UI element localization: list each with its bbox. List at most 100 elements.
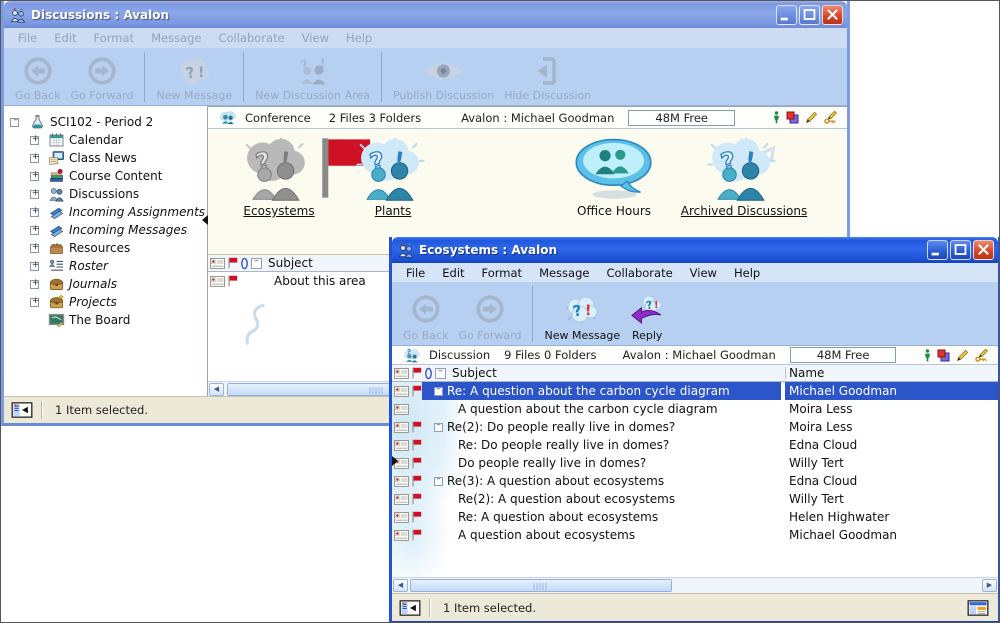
message-row[interactable]: Re: A question about ecosystems Helen Hi… bbox=[392, 508, 998, 526]
tree-expand-box[interactable] bbox=[30, 280, 39, 289]
titlebar[interactable]: Discussions : Avalon bbox=[4, 1, 847, 28]
window-title: Discussions : Avalon bbox=[31, 8, 776, 22]
minimize-button[interactable] bbox=[776, 5, 797, 25]
collapse-all-box[interactable] bbox=[251, 258, 262, 269]
new-message-icon: ?! bbox=[176, 55, 212, 87]
message-subject: Do people really live in domes? bbox=[458, 456, 646, 470]
menu-item[interactable]: Collaborate bbox=[210, 29, 292, 47]
go-forward-button[interactable]: Go Forward bbox=[453, 284, 526, 344]
tree-item[interactable]: Resources bbox=[4, 239, 207, 257]
new-message-button[interactable]: ?! New Message bbox=[539, 284, 625, 344]
tree-item[interactable]: SCI102 - Period 2 bbox=[4, 113, 207, 131]
menu-item[interactable]: Help bbox=[338, 29, 380, 47]
pane-splitter-arrow[interactable] bbox=[202, 215, 208, 225]
go-back-icon bbox=[411, 291, 441, 327]
menu-item[interactable]: View bbox=[294, 29, 337, 47]
message-row[interactable]: Re(2): Do people really live in domes? M… bbox=[392, 418, 998, 436]
horizontal-scrollbar[interactable]: ◀ ▶ bbox=[392, 577, 998, 593]
flag-icon bbox=[411, 529, 422, 541]
go-forward-button[interactable]: Go Forward bbox=[65, 50, 138, 104]
menu-item[interactable]: File bbox=[398, 264, 433, 282]
scroll-thumb[interactable] bbox=[410, 579, 672, 592]
message-row[interactable]: Re(3): A question about ecosystems Edna … bbox=[392, 472, 998, 490]
new-discussion-area-button[interactable]: ?! New Discussion Area bbox=[250, 50, 375, 104]
tree-item[interactable]: Discussions bbox=[4, 185, 207, 203]
conference-type-icon bbox=[218, 109, 237, 126]
message-row[interactable]: Do people really live in domes? Willy Te… bbox=[392, 454, 998, 472]
discussion-counts: 9 Files 0 Folders bbox=[504, 348, 596, 362]
scroll-track[interactable] bbox=[408, 579, 982, 592]
tree-item[interactable]: Projects bbox=[4, 293, 207, 311]
maximize-button[interactable] bbox=[950, 240, 971, 260]
tree-item[interactable]: The Board bbox=[4, 311, 207, 329]
minimize-button[interactable] bbox=[927, 240, 948, 260]
publish-discussion-button[interactable]: Publish Discussion bbox=[388, 50, 499, 104]
tree-expand-box[interactable] bbox=[30, 136, 39, 145]
svg-text:!: ! bbox=[585, 303, 591, 319]
menu-item[interactable]: Help bbox=[726, 264, 768, 282]
message-row[interactable]: Re(2): A question about ecosystems Willy… bbox=[392, 490, 998, 508]
conference-icon-item[interactable]: ?! Ecosystems bbox=[226, 137, 332, 218]
menu-item[interactable]: Edit bbox=[434, 264, 472, 282]
tree-item[interactable]: Incoming Assignments bbox=[4, 203, 207, 221]
tree-expand-box[interactable] bbox=[30, 172, 39, 181]
tree-item-icon bbox=[48, 294, 65, 310]
tree-expand-box[interactable] bbox=[30, 262, 39, 271]
message-author: Michael Goodman bbox=[785, 526, 998, 544]
tree-expand-box[interactable] bbox=[30, 190, 39, 199]
tree-expand-box[interactable] bbox=[30, 154, 39, 163]
tree-item[interactable]: Class News bbox=[4, 149, 207, 167]
collapse-all-box[interactable] bbox=[435, 368, 446, 379]
tree-item-icon bbox=[48, 276, 65, 292]
go-back-button[interactable]: Go Back bbox=[398, 284, 453, 344]
panel-toggle-icon[interactable] bbox=[11, 402, 33, 418]
close-button[interactable] bbox=[822, 5, 843, 25]
tree-expand-box[interactable] bbox=[30, 208, 39, 217]
message-row[interactable]: A question about ecosystems Michael Good… bbox=[392, 526, 998, 544]
conference-icon-item[interactable]: Office Hours bbox=[550, 137, 678, 218]
scroll-left-arrow[interactable]: ◀ bbox=[393, 579, 408, 592]
titlebar[interactable]: Ecosystems : Avalon bbox=[392, 237, 998, 263]
tree-item[interactable]: Calendar bbox=[4, 131, 207, 149]
message-row[interactable]: A question about the carbon cycle diagra… bbox=[392, 400, 998, 418]
menu-item[interactable]: Message bbox=[143, 29, 209, 47]
tree-item[interactable]: Incoming Messages bbox=[4, 221, 207, 239]
conference-icon-item[interactable]: ?! Plants bbox=[342, 137, 444, 218]
message-row[interactable]: Re: A question about the carbon cycle di… bbox=[392, 382, 998, 400]
tree-item-icon bbox=[48, 150, 65, 166]
panel-toggle-icon[interactable] bbox=[399, 600, 421, 616]
tree-item[interactable]: Course Content bbox=[4, 167, 207, 185]
tree-expand-box[interactable] bbox=[30, 298, 39, 307]
collapse-thread-box[interactable] bbox=[434, 477, 443, 486]
tree-expand-box[interactable] bbox=[10, 118, 19, 127]
new-message-button[interactable]: ?! New Message bbox=[151, 50, 237, 104]
menu-item[interactable]: Collaborate bbox=[598, 264, 680, 282]
tree-item[interactable]: Journals bbox=[4, 275, 207, 293]
tree-item[interactable]: Roster bbox=[4, 257, 207, 275]
scroll-left-arrow[interactable]: ◀ bbox=[209, 383, 224, 396]
hide-discussion-button[interactable]: Hide Discussion bbox=[499, 50, 596, 104]
menu-item[interactable]: Format bbox=[86, 29, 143, 47]
reply-button[interactable]: ?! Reply bbox=[625, 284, 669, 344]
envelope-icon bbox=[394, 530, 409, 541]
pane-splitter-arrow[interactable] bbox=[392, 456, 398, 466]
collapse-thread-box[interactable] bbox=[434, 387, 443, 396]
message-list-header[interactable]: Subject Name bbox=[392, 365, 998, 382]
conference-icon-item[interactable]: ?! Archived Discussions bbox=[663, 137, 825, 218]
menu-item[interactable]: View bbox=[682, 264, 725, 282]
menu-item[interactable]: Message bbox=[531, 264, 597, 282]
tree-expand-box[interactable] bbox=[30, 226, 39, 235]
collapse-thread-box[interactable] bbox=[434, 423, 443, 432]
menu-item[interactable]: Format bbox=[474, 264, 531, 282]
menu-item[interactable]: Edit bbox=[46, 29, 84, 47]
message-row[interactable]: Re: Do people really live in domes? Edna… bbox=[392, 436, 998, 454]
view-grid-icon[interactable] bbox=[967, 600, 989, 616]
discussion-info-bar: ? Discussion 9 Files 0 Folders Avalon : … bbox=[392, 346, 998, 365]
go-back-button[interactable]: Go Back bbox=[10, 50, 65, 104]
menu-item[interactable]: File bbox=[10, 29, 45, 47]
close-button[interactable] bbox=[973, 240, 994, 260]
message-author: Moira Less bbox=[785, 400, 998, 418]
scroll-right-arrow[interactable]: ▶ bbox=[982, 579, 997, 592]
maximize-button[interactable] bbox=[799, 5, 820, 25]
tree-expand-box[interactable] bbox=[30, 244, 39, 253]
